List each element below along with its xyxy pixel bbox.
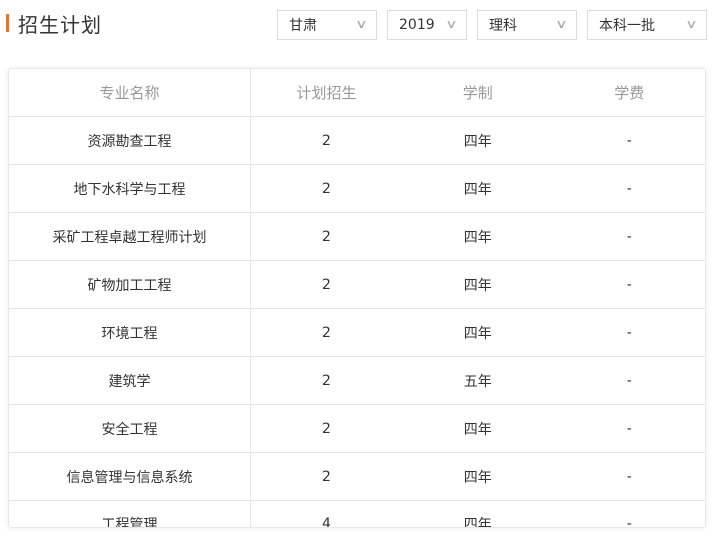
table-row: 资源勘查工程 2 四年 - [9, 116, 705, 165]
enrollment-plan-table: 专业名称 计划招生 学制 学费 资源勘查工程 2 四年 - 地下水科学与工程 2 四年 - 采矿… [9, 69, 705, 527]
table-row: 环境工程 2 四年 - [9, 308, 705, 357]
subject-select-value: 理科 [489, 18, 517, 34]
chevron-down-icon: ∨ [685, 17, 698, 31]
duration-cell: 四年 [402, 164, 554, 213]
page-title: 招生计划 [18, 12, 102, 37]
table-row: 建筑学 2 五年 - [9, 356, 705, 405]
table-row: 采矿工程卓越工程师计划 2 四年 - [9, 212, 705, 261]
major-name-cell: 地下水科学与工程 [9, 164, 251, 213]
major-name-cell: 矿物加工工程 [9, 260, 251, 309]
tuition-cell: - [553, 500, 705, 527]
tuition-cell: - [553, 212, 705, 261]
plan-count-cell: 4 [250, 500, 402, 527]
duration-cell: 四年 [402, 500, 554, 527]
year-select[interactable]: 2019 ∨ [387, 10, 467, 40]
duration-cell: 五年 [402, 356, 554, 405]
batch-select-value: 本科一批 [599, 18, 655, 34]
major-name-cell: 安全工程 [9, 404, 251, 453]
tuition-cell: - [553, 308, 705, 357]
plan-count-cell: 2 [250, 260, 402, 309]
tuition-cell: - [553, 404, 705, 453]
plan-count-cell: 2 [250, 452, 402, 501]
major-name-cell: 环境工程 [9, 308, 251, 357]
table-row: 地下水科学与工程 2 四年 - [9, 164, 705, 213]
tuition-cell: - [553, 260, 705, 309]
duration-cell: 四年 [402, 404, 554, 453]
table-row: 工程管理 4 四年 - [9, 500, 705, 527]
table-row: 安全工程 2 四年 - [9, 404, 705, 453]
province-select[interactable]: 甘肃 ∨ [277, 10, 377, 40]
plan-count-cell: 2 [250, 212, 402, 261]
filter-bar: 甘肃 ∨ 2019 ∨ 理科 ∨ 本科一批 ∨ [277, 10, 707, 40]
tuition-cell: - [553, 116, 705, 165]
duration-cell: 四年 [402, 116, 554, 165]
batch-select[interactable]: 本科一批 ∨ [587, 10, 707, 40]
duration-cell: 四年 [402, 452, 554, 501]
plan-count-cell: 2 [250, 356, 402, 405]
duration-cell: 四年 [402, 308, 554, 357]
column-header-tuition: 学费 [614, 84, 645, 102]
column-header-major: 专业名称 [9, 69, 251, 117]
duration-cell: 四年 [402, 260, 554, 309]
section-header: 招生计划 [6, 10, 102, 37]
table-row: 矿物加工工程 2 四年 - [9, 260, 705, 309]
chevron-down-icon: ∨ [355, 17, 368, 31]
table-row: 信息管理与信息系统 2 四年 - [9, 452, 705, 501]
plan-count-cell: 2 [250, 164, 402, 213]
major-name-cell: 工程管理 [9, 500, 251, 527]
major-name-cell: 建筑学 [9, 356, 251, 405]
major-name-cell: 信息管理与信息系统 [9, 452, 251, 501]
table-header-row: 专业名称 计划招生 学制 学费 [9, 69, 705, 117]
tuition-cell: - [553, 452, 705, 501]
plan-count-cell: 2 [250, 404, 402, 453]
chevron-down-icon: ∨ [555, 17, 568, 31]
chevron-down-icon: ∨ [445, 17, 458, 31]
tuition-cell: - [553, 356, 705, 405]
column-header-duration: 学制 [462, 84, 493, 102]
subject-select[interactable]: 理科 ∨ [477, 10, 577, 40]
column-header-plan-count: 计划招生 [296, 84, 357, 102]
plan-count-cell: 2 [250, 308, 402, 357]
province-select-value: 甘肃 [289, 18, 317, 34]
enrollment-plan-table-card: 专业名称 计划招生 学制 学费 资源勘查工程 2 四年 - 地下水科学与工程 2 四年 - 采矿… [8, 68, 706, 528]
tuition-cell: - [553, 164, 705, 213]
major-name-cell: 采矿工程卓越工程师计划 [9, 212, 251, 261]
plan-count-cell: 2 [250, 116, 402, 165]
major-name-cell: 资源勘查工程 [9, 116, 251, 165]
title-accent-bar [6, 14, 9, 32]
duration-cell: 四年 [402, 212, 554, 261]
year-select-value: 2019 [399, 17, 435, 33]
